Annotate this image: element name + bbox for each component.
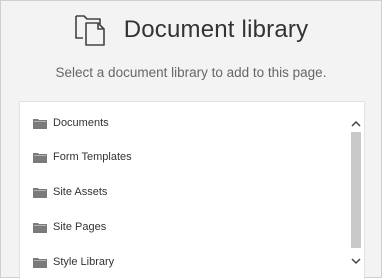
- document-library-panel: Document library Select a document libra…: [0, 0, 382, 279]
- list-scrollbar[interactable]: [348, 102, 364, 279]
- library-list-box: Documents Form Templates Site Assets Sit…: [19, 101, 365, 279]
- document-library-icon: [74, 15, 105, 46]
- library-item-style-library[interactable]: Style Library: [20, 250, 350, 274]
- folder-icon: [33, 118, 47, 129]
- library-item-label: Style Library: [53, 256, 115, 268]
- library-item-label: Form Templates: [53, 151, 132, 163]
- library-item-label: Documents: [53, 117, 109, 129]
- library-item-documents[interactable]: Documents: [20, 111, 350, 135]
- scroll-thumb[interactable]: [351, 132, 361, 248]
- chevron-up-icon: [351, 120, 361, 127]
- chevron-down-icon: [351, 257, 361, 264]
- folder-icon: [33, 222, 47, 233]
- scroll-down-button[interactable]: [348, 252, 364, 270]
- folder-icon: [33, 257, 47, 268]
- library-item-site-pages[interactable]: Site Pages: [20, 215, 350, 239]
- library-item-site-assets[interactable]: Site Assets: [20, 180, 350, 204]
- folder-icon: [33, 152, 47, 163]
- folder-icon: [33, 187, 47, 198]
- panel-title: Document library: [123, 16, 309, 43]
- panel-subtitle: Select a document library to add to this…: [55, 65, 327, 80]
- scroll-up-button[interactable]: [348, 114, 364, 132]
- library-item-form-templates[interactable]: Form Templates: [20, 145, 350, 169]
- library-item-label: Site Assets: [53, 186, 108, 198]
- panel-header: Document library: [1, 1, 381, 63]
- library-item-label: Site Pages: [53, 221, 107, 233]
